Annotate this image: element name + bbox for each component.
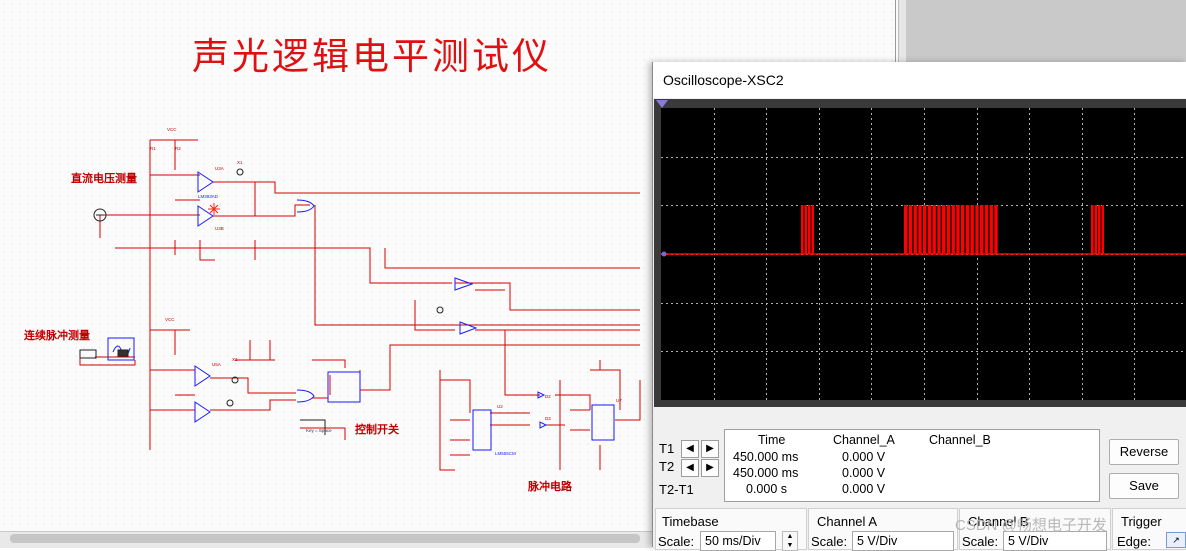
trace-pulse (808, 205, 811, 254)
key-label: Key = Space (306, 428, 332, 433)
page-border (895, 0, 896, 62)
cursor-readout: Time Channel_A Channel_B 450.000 ms 0.00… (724, 429, 1100, 502)
t1-label: T1 (659, 441, 675, 456)
cursor-t1-marker-icon[interactable] (656, 100, 668, 108)
workspace-background (905, 0, 1186, 62)
u5a-label: U5A (212, 362, 221, 367)
trace-pulse (804, 205, 807, 254)
channel-a-group: Channel A Scale: 5 V/Div (808, 508, 958, 551)
trigger-edge-rising-icon[interactable]: ↗ (1166, 532, 1186, 548)
trace-pulse (965, 205, 970, 254)
trace-pulse (918, 205, 922, 254)
trace-pulse (970, 205, 974, 254)
ne555-label: LM555CM (495, 451, 516, 456)
t1-right-button[interactable]: ▶ (701, 440, 719, 458)
label-pulse-circuit: 脉冲电路 (528, 480, 572, 493)
scope-trace-svg (661, 108, 1186, 400)
u3b-label: U3B (215, 226, 224, 231)
timebase-scale-field[interactable]: 50 ms/Div (700, 531, 776, 551)
timebase-spinner[interactable]: ▲ ▼ (782, 531, 798, 551)
d3-label: D3 (545, 416, 551, 421)
trace-pulse (904, 205, 908, 254)
trigger-title: Trigger (1121, 514, 1162, 529)
trace-pulse (927, 205, 932, 254)
vcc-label-bottom: VCC (165, 317, 175, 322)
header-time: Time (758, 433, 786, 447)
scrollbar-thumb[interactable] (10, 534, 640, 543)
x1-label: X1 (237, 160, 243, 165)
t2-label: T2 (659, 459, 675, 474)
channel-a-marker-icon (661, 251, 667, 257)
timebase-title: Timebase (662, 514, 719, 529)
trace-pulse (1101, 205, 1104, 254)
t2-time: 450.000 ms (733, 466, 799, 480)
save-button[interactable]: Save (1109, 473, 1179, 499)
trace-pulse (946, 205, 951, 254)
trace-pulse (984, 205, 989, 254)
t1-left-button[interactable]: ◀ (681, 440, 699, 458)
circuit-drawing: VCC U3A U3B X1 R1 R2 VCC U5A U2 U7 X2 D2… (79, 127, 641, 471)
window-titlebar[interactable]: Oscilloscope-XSC2 (653, 62, 1186, 98)
t1-channel-a: 0.000 V (842, 450, 886, 464)
t2-t1-label: T2-T1 (659, 482, 694, 497)
trace-pulse (1091, 205, 1094, 254)
trace-pulse (1098, 205, 1101, 254)
trace-pulse (994, 205, 998, 254)
t2-left-button[interactable]: ◀ (681, 459, 699, 477)
u2-label: U2 (497, 404, 503, 409)
trace-pulse (1094, 205, 1097, 254)
u7-label: U7 (616, 398, 622, 403)
timebase-group: Timebase Scale: 50 ms/Div ▲ ▼ (655, 508, 807, 551)
lm393-label: LM393AD (198, 194, 219, 199)
reverse-button[interactable]: Reverse (1109, 439, 1179, 465)
channel-a-scale-field[interactable]: 5 V/Div (852, 531, 954, 551)
window-title: Oscilloscope-XSC2 (663, 72, 784, 88)
channel-a-title: Channel A (817, 514, 877, 529)
trace-pulse (961, 205, 965, 254)
trace-pulse (932, 205, 936, 254)
trace-pulse (956, 205, 960, 254)
trace-pulse (913, 205, 917, 254)
t1-time: 450.000 ms (733, 450, 799, 464)
watermark: CSDN @畅想电子开发 (955, 517, 1107, 534)
label-control-switch: 控制开关 (355, 423, 399, 436)
trace-pulse (951, 205, 955, 254)
header-channel-a: Channel_A (833, 433, 895, 447)
t2-channel-a: 0.000 V (842, 466, 886, 480)
x2-label: X2 (232, 357, 238, 362)
trace-pulse (908, 205, 913, 254)
u3a-label: U3A (215, 166, 224, 171)
vertical-scrollbar[interactable] (898, 0, 906, 62)
trace-pulse (975, 205, 979, 254)
oscilloscope-window[interactable]: Oscilloscope-XSC2 T1 T2 T2-T1 ◀ ▶ ◀ ▶ Ti… (652, 62, 1186, 551)
trace-pulse (937, 205, 941, 254)
r2-label: R2 (175, 146, 181, 151)
r1-label: R1 (150, 146, 156, 151)
label-dc-voltage: 直流电压测量 (71, 172, 137, 185)
header-channel-b: Channel_B (929, 433, 991, 447)
scope-display[interactable] (661, 108, 1186, 400)
label-pulse: 连续脉冲测量 (24, 329, 90, 342)
trace-pulse (989, 205, 993, 254)
diff-channel-a: 0.000 V (842, 482, 886, 496)
diff-time: 0.000 s (746, 482, 788, 496)
trace-pulse (801, 205, 804, 254)
t2-right-button[interactable]: ▶ (701, 459, 719, 477)
trace-pulse (980, 205, 984, 254)
d2-label: D2 (545, 394, 551, 399)
trace-pulse (942, 205, 946, 254)
vcc-label-top: VCC (167, 127, 177, 132)
trace-pulse (923, 205, 927, 254)
trace-pulse (811, 205, 814, 254)
